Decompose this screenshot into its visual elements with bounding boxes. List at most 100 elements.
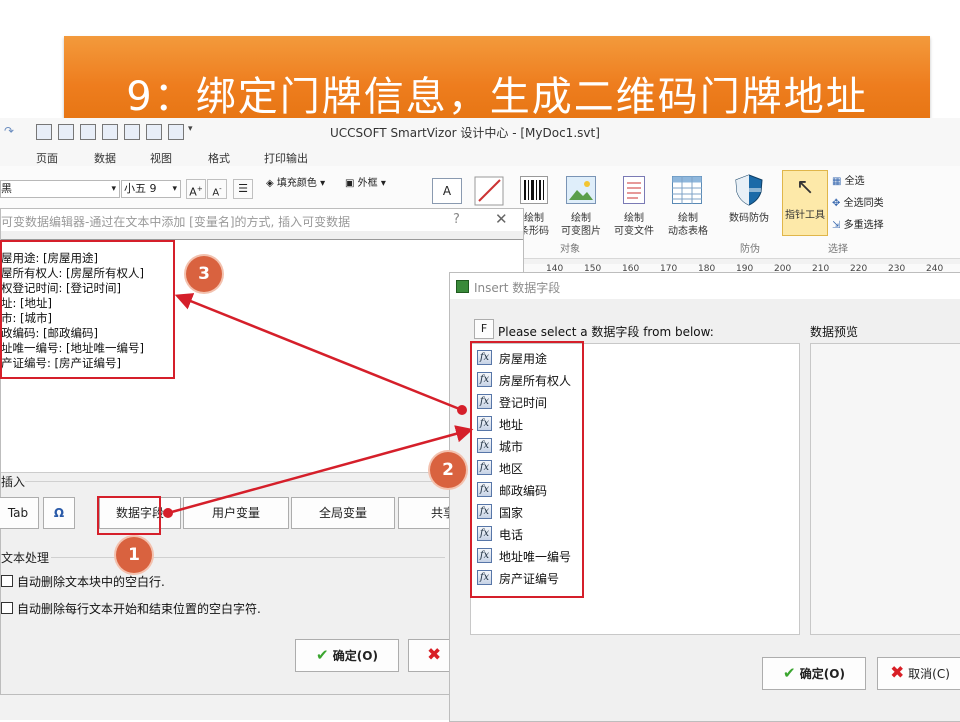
select-all-button[interactable]: ▦ 全选 <box>832 172 865 187</box>
filter-button[interactable]: F <box>474 319 494 339</box>
list-icon[interactable]: ☰ <box>233 179 253 199</box>
ok-label: 确定(O) <box>799 667 845 681</box>
insert-section-label: 插入 <box>1 475 26 489</box>
editor-dialog-title: 可变数据编辑器-通过在文本中添加 [变量名]的方式, 插入可变数据 <box>1 215 351 229</box>
checkmark-icon: ✔ <box>783 664 796 682</box>
image-icon <box>566 176 596 204</box>
multi-select-button[interactable]: ⇲ 多重选择 <box>832 216 884 231</box>
pointer-icon: ↖ <box>796 175 815 200</box>
barcode-icon <box>520 176 548 204</box>
editor-dialog-titlebar: 可变数据编辑器-通过在文本中添加 [变量名]的方式, 插入可变数据 ? ✕ <box>1 209 523 231</box>
menu-bar: 页面 数据 视图 格式 打印输出 <box>0 146 960 166</box>
omega-symbol-button[interactable]: Ω <box>43 497 75 529</box>
cancel-button[interactable]: ✖ <box>408 639 454 672</box>
checkmark-icon: ✔ <box>316 646 329 664</box>
insert-dialog-titlebar: Insert 数据字段 <box>450 273 960 299</box>
banner-title: 9：绑定门牌信息，生成二维码门牌地址 <box>126 74 868 118</box>
draw-line-icon[interactable] <box>474 176 504 206</box>
print-icon[interactable] <box>168 124 184 140</box>
font-grow-icon[interactable]: A+ <box>186 179 206 199</box>
group-select-label: 选择 <box>828 244 848 255</box>
select-same-button[interactable]: ✥ 全选同类 <box>832 194 884 209</box>
draw-dynamic-table-button[interactable]: 绘制 动态表格 <box>660 212 716 238</box>
pointer-tool-button[interactable]: ↖ 指针工具 <box>782 170 828 236</box>
insert-dialog-title: Insert 数据字段 <box>474 281 561 295</box>
paint-bucket-icon: ◈ <box>266 178 274 189</box>
tab-button[interactable]: Tab <box>0 497 39 529</box>
annotation-box-editor <box>0 240 175 379</box>
border-icon: ▣ <box>345 178 355 189</box>
anti-counterfeit-button[interactable]: 数码防伪 <box>724 212 774 225</box>
menu-format[interactable]: 格式 <box>208 150 230 166</box>
group-object-label: 对象 <box>560 244 580 255</box>
close-icon[interactable]: ✕ <box>495 210 508 228</box>
save-icon[interactable] <box>80 124 96 140</box>
fill-color-button[interactable]: ◈ 填充颜色 ▾ <box>266 174 325 189</box>
file-icon <box>620 176 648 204</box>
select-all-label: 全选 <box>844 176 865 187</box>
insert-ok-button[interactable]: ✔ 确定(O) <box>762 657 866 690</box>
close-icon: ✖ <box>427 645 442 665</box>
close-icon: ✖ <box>890 663 905 683</box>
data-preview-label: 数据预览 <box>810 325 859 339</box>
section-divider <box>25 481 445 482</box>
select-prompt: Please select a 数据字段 from below: <box>498 325 714 339</box>
border-label: 外框 <box>357 178 378 189</box>
select-same-label: 全选同类 <box>843 198 884 209</box>
slide-banner: 9：绑定门牌信息，生成二维码门牌地址 <box>64 36 930 118</box>
menu-page[interactable]: 页面 <box>36 150 58 166</box>
chevron-down-icon: ▾ <box>111 184 116 194</box>
multi-select-label: 多重选择 <box>843 220 884 231</box>
menu-data[interactable]: 数据 <box>94 150 116 166</box>
font-size-value: 小五 9 <box>124 182 157 195</box>
open-icon[interactable] <box>58 124 74 140</box>
pointer-tool-label: 指针工具 <box>785 210 825 221</box>
menu-view[interactable]: 视图 <box>150 150 172 166</box>
group-security-label: 防伪 <box>740 244 760 255</box>
remove-blank-lines-label: 自动删除文本块中的空白行. <box>17 575 165 589</box>
text-box-icon[interactable]: A <box>432 178 462 204</box>
draw-variable-image-button[interactable]: 绘制 可变图片 <box>554 212 608 238</box>
step-badge-1: 1 <box>116 537 152 573</box>
select-all-icon: ▦ <box>832 176 842 187</box>
draw-variable-file-button[interactable]: 绘制 可变文件 <box>606 212 662 238</box>
select-same-icon: ✥ <box>832 198 841 209</box>
ok-button[interactable]: ✔ 确定(O) <box>295 639 399 672</box>
font-name-value: 黑 <box>1 182 12 195</box>
font-size-select[interactable]: 小五 9 ▾ <box>121 180 181 198</box>
help-icon[interactable]: ? <box>453 212 460 227</box>
section-divider <box>51 557 445 558</box>
annotation-box-field-list <box>470 341 584 598</box>
app-title: UCCSOFT SmartVizor 设计中心 - [MyDoc1.svt] <box>330 126 600 140</box>
data-preview-pane <box>810 343 960 635</box>
global-variable-button[interactable]: 全局变量 <box>291 497 395 529</box>
insert-cancel-button[interactable]: ✖ 取消(C) <box>877 657 960 690</box>
print-preview-icon[interactable] <box>146 124 162 140</box>
chevron-down-icon: ▾ <box>172 184 177 194</box>
step-badge-3: 3 <box>186 256 222 292</box>
trim-whitespace-label: 自动删除每行文本开始和结束位置的空白字符. <box>17 602 261 616</box>
annotation-box-data-field <box>97 496 161 535</box>
app-icon <box>456 280 469 293</box>
ok-label: 确定(O) <box>332 649 378 663</box>
chevron-down-icon[interactable]: ▾ <box>188 124 193 134</box>
copy-icon[interactable] <box>102 124 118 140</box>
step-badge-2: 2 <box>430 452 466 488</box>
user-variable-button[interactable]: 用户变量 <box>183 497 289 529</box>
shield-icon <box>734 174 764 206</box>
trim-whitespace-checkbox[interactable] <box>1 602 13 614</box>
text-processing-label: 文本处理 <box>1 551 50 565</box>
title-bar: ↷ ▾ UCCSOFT SmartVizor 设计中心 - [MyDoc1.sv… <box>0 118 960 147</box>
fill-color-label: 填充颜色 <box>276 178 317 189</box>
paste-icon[interactable] <box>124 124 140 140</box>
border-button[interactable]: ▣ 外框 ▾ <box>345 174 386 189</box>
menu-print-output[interactable]: 打印输出 <box>264 150 308 166</box>
redo-icon[interactable]: ↷ <box>2 124 16 138</box>
multi-select-icon: ⇲ <box>832 220 841 231</box>
font-name-select[interactable]: 黑 ▾ <box>0 180 120 198</box>
remove-blank-lines-checkbox[interactable] <box>1 575 13 587</box>
table-icon <box>672 176 702 204</box>
font-shrink-icon[interactable]: A- <box>207 179 227 199</box>
new-doc-icon[interactable] <box>36 124 52 140</box>
cancel-label: 取消(C) <box>908 667 950 681</box>
